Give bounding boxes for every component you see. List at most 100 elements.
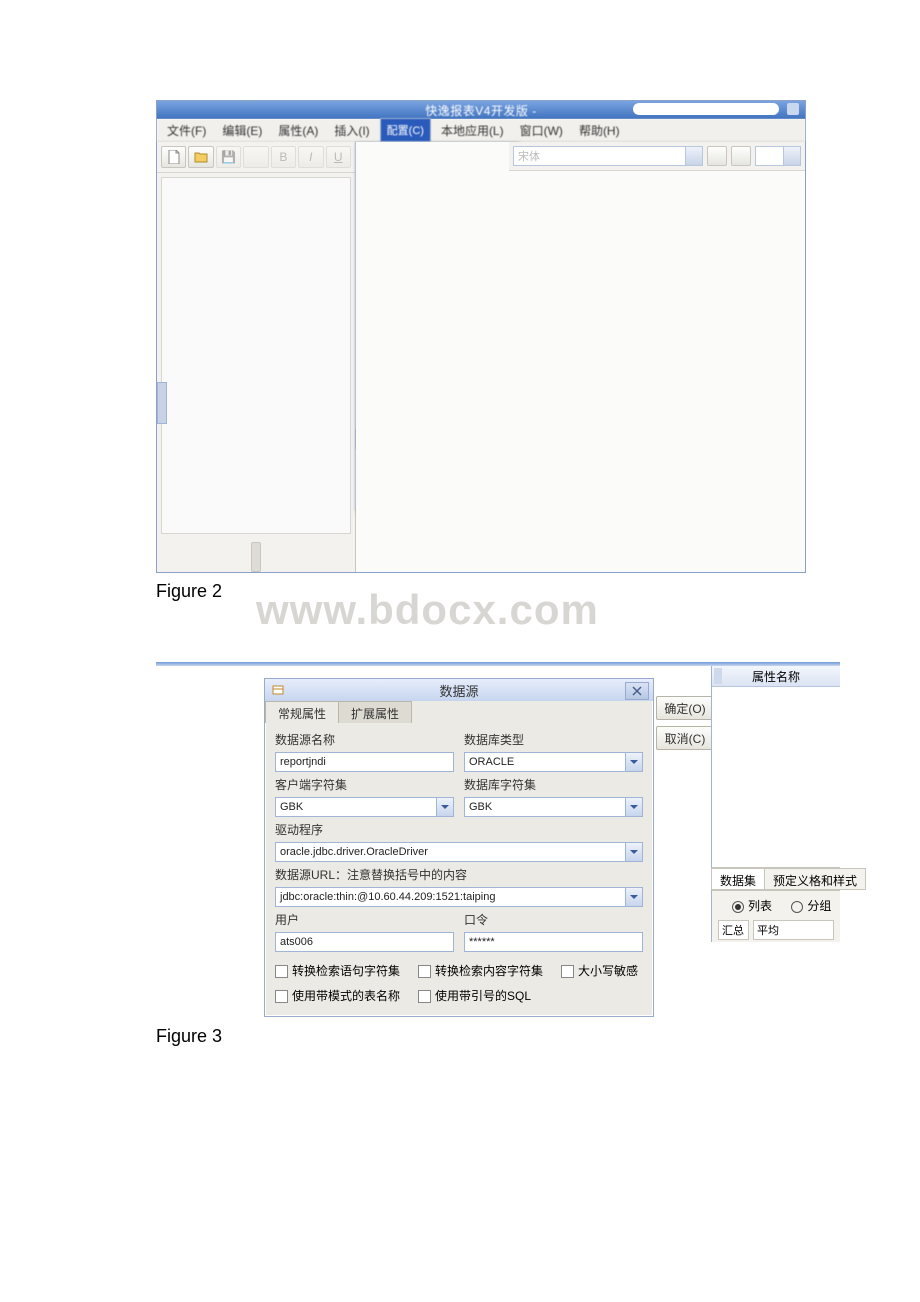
left-empty-area bbox=[161, 177, 351, 534]
input-user[interactable]: ats006 bbox=[275, 932, 454, 952]
titlebar-right-icon bbox=[787, 103, 799, 115]
input-value: ****** bbox=[469, 936, 495, 948]
menu-config[interactable]: 配置(C) bbox=[380, 118, 431, 142]
menu-help[interactable]: 帮助(H) bbox=[573, 120, 626, 141]
tab-predef[interactable]: 预定义格和样式 bbox=[764, 868, 866, 890]
input-ds-name[interactable]: reportjndi bbox=[275, 752, 454, 772]
label-user: 用户 bbox=[275, 911, 454, 928]
tab-dataset[interactable]: 数据集 bbox=[711, 868, 765, 890]
select-value: oracle.jdbc.driver.OracleDriver bbox=[280, 846, 428, 858]
properties-header: 属性名称 bbox=[712, 666, 840, 687]
dialog-title-icon bbox=[271, 683, 285, 697]
radio-list[interactable]: 列表 bbox=[732, 899, 772, 913]
figure2-caption: Figure 2 bbox=[156, 581, 920, 602]
check-label: 使用带模式的表名称 bbox=[292, 989, 400, 1003]
font-combo[interactable]: 宋体 bbox=[513, 146, 703, 166]
canvas-area: 宋体 bbox=[356, 142, 805, 572]
checkbox-row-1: 转换检索语句字符集 转换检索内容字符集 大小写敏感 bbox=[275, 962, 643, 979]
properties-pane: 属性名称 数据集 预定义格和样式 列表 分组 汇总 平均 bbox=[711, 666, 840, 942]
properties-tabs: 数据集 预定义格和样式 bbox=[712, 867, 840, 890]
open-file-button[interactable] bbox=[188, 146, 213, 168]
chevron-down-icon[interactable] bbox=[783, 147, 800, 165]
check-label: 使用带引号的SQL bbox=[435, 989, 531, 1003]
chevron-down-icon[interactable] bbox=[625, 753, 642, 771]
label-db-type: 数据库类型 bbox=[464, 731, 643, 748]
select-value: ORACLE bbox=[469, 756, 514, 768]
tool-7[interactable]: U bbox=[326, 146, 351, 168]
dialog-tabs: 常规属性 扩展属性 bbox=[265, 701, 653, 723]
check-label: 转换检索语句字符集 bbox=[292, 964, 400, 978]
document-icon bbox=[168, 150, 180, 164]
label-driver: 驱动程序 bbox=[275, 821, 643, 838]
menubar[interactable]: 文件(F) 编辑(E) 属性(A) 插入(I) 配置(C) 本地应用(L) 窗口… bbox=[157, 119, 805, 142]
check-convert-content-charset[interactable]: 转换检索内容字符集 bbox=[418, 962, 543, 979]
properties-header-text: 属性名称 bbox=[752, 668, 800, 685]
dialog-close-button[interactable] bbox=[625, 682, 649, 700]
dialog-body: 数据源名称 数据库类型 reportjndi ORACLE 客户端字符集 数据库… bbox=[265, 723, 653, 1016]
input-value: reportjndi bbox=[280, 756, 326, 768]
toolbar: 💾 B I U bbox=[157, 142, 355, 173]
tool-6[interactable]: I bbox=[298, 146, 323, 168]
label-client-charset: 客户端字符集 bbox=[275, 776, 454, 793]
check-label: 转换检索内容字符集 bbox=[435, 964, 543, 978]
chevron-down-icon[interactable] bbox=[625, 843, 642, 861]
window-titlebar: 快逸报表V4开发版 - bbox=[157, 101, 805, 119]
check-label: 大小写敏感 bbox=[578, 964, 638, 978]
format-toolbar: 宋体 bbox=[509, 142, 805, 171]
menu-attr[interactable]: 属性(A) bbox=[272, 120, 324, 141]
figure3-caption: Figure 3 bbox=[156, 1026, 920, 1047]
label-ds-name: 数据源名称 bbox=[275, 731, 454, 748]
properties-bottom: 列表 分组 汇总 平均 bbox=[712, 890, 840, 942]
label-password: 口令 bbox=[464, 911, 643, 928]
chevron-down-icon[interactable] bbox=[685, 147, 702, 165]
font-combo-value: 宋体 bbox=[518, 148, 540, 164]
format-btn-1[interactable] bbox=[707, 146, 727, 166]
select-driver[interactable]: oracle.jdbc.driver.OracleDriver bbox=[275, 842, 643, 862]
input-value: ats006 bbox=[280, 936, 313, 948]
check-case-sensitive[interactable]: 大小写敏感 bbox=[561, 962, 638, 979]
format-btn-2[interactable] bbox=[731, 146, 751, 166]
select-client-charset[interactable]: GBK bbox=[275, 797, 454, 817]
save-button[interactable]: 💾 bbox=[216, 146, 241, 168]
select-db-charset[interactable]: GBK bbox=[464, 797, 643, 817]
new-file-button[interactable] bbox=[161, 146, 186, 168]
radio-group[interactable]: 分组 bbox=[791, 899, 831, 913]
summary-label: 汇总 bbox=[718, 920, 749, 940]
ok-button[interactable]: 确定(O) bbox=[656, 696, 714, 720]
figure2-app-window: 快逸报表V4开发版 - 文件(F) 编辑(E) 属性(A) 插入(I) 配置(C… bbox=[156, 100, 806, 573]
label-db-charset: 数据库字符集 bbox=[464, 776, 643, 793]
select-value: GBK bbox=[469, 801, 492, 813]
figure3-container: 数据源 常规属性 扩展属性 数据源名称 数据库类型 reportjndi ORA… bbox=[156, 662, 840, 1012]
check-quoted-sql[interactable]: 使用带引号的SQL bbox=[418, 987, 531, 1004]
chevron-down-icon[interactable] bbox=[625, 798, 642, 816]
title-filename-blank bbox=[633, 103, 779, 115]
cancel-button[interactable]: 取消(C) bbox=[656, 726, 714, 750]
input-password[interactable]: ****** bbox=[464, 932, 643, 952]
window-title: 快逸报表V4开发版 - bbox=[425, 102, 537, 119]
menu-insert[interactable]: 插入(I) bbox=[328, 120, 375, 141]
tab-extended[interactable]: 扩展属性 bbox=[338, 701, 412, 723]
select-value: GBK bbox=[280, 801, 303, 813]
tool-5[interactable]: B bbox=[271, 146, 296, 168]
chevron-down-icon[interactable] bbox=[625, 888, 642, 906]
scrollbar-left[interactable] bbox=[157, 382, 167, 424]
datasource-dialog: 数据源 常规属性 扩展属性 数据源名称 数据库类型 reportjndi ORA… bbox=[264, 678, 654, 1017]
dialog-side-buttons: 确定(O) 取消(C) bbox=[656, 696, 714, 750]
splitter-handle[interactable] bbox=[251, 542, 261, 572]
radio-label: 分组 bbox=[807, 899, 831, 913]
select-db-type[interactable]: ORACLE bbox=[464, 752, 643, 772]
folder-open-icon bbox=[194, 151, 208, 163]
size-combo[interactable] bbox=[755, 146, 801, 166]
tab-general[interactable]: 常规属性 bbox=[265, 701, 339, 723]
menu-window[interactable]: 窗口(W) bbox=[514, 120, 569, 141]
check-convert-sql-charset[interactable]: 转换检索语句字符集 bbox=[275, 962, 400, 979]
chevron-down-icon[interactable] bbox=[436, 798, 453, 816]
menu-file[interactable]: 文件(F) bbox=[161, 120, 212, 141]
tool-4[interactable] bbox=[243, 146, 268, 168]
summary-value[interactable]: 平均 bbox=[753, 920, 834, 940]
menu-local[interactable]: 本地应用(L) bbox=[435, 120, 510, 141]
menu-edit[interactable]: 编辑(E) bbox=[216, 120, 268, 141]
close-icon bbox=[632, 686, 642, 696]
select-url[interactable]: jdbc:oracle:thin:@10.60.44.209:1521:taip… bbox=[275, 887, 643, 907]
check-schema-table[interactable]: 使用带模式的表名称 bbox=[275, 987, 400, 1004]
